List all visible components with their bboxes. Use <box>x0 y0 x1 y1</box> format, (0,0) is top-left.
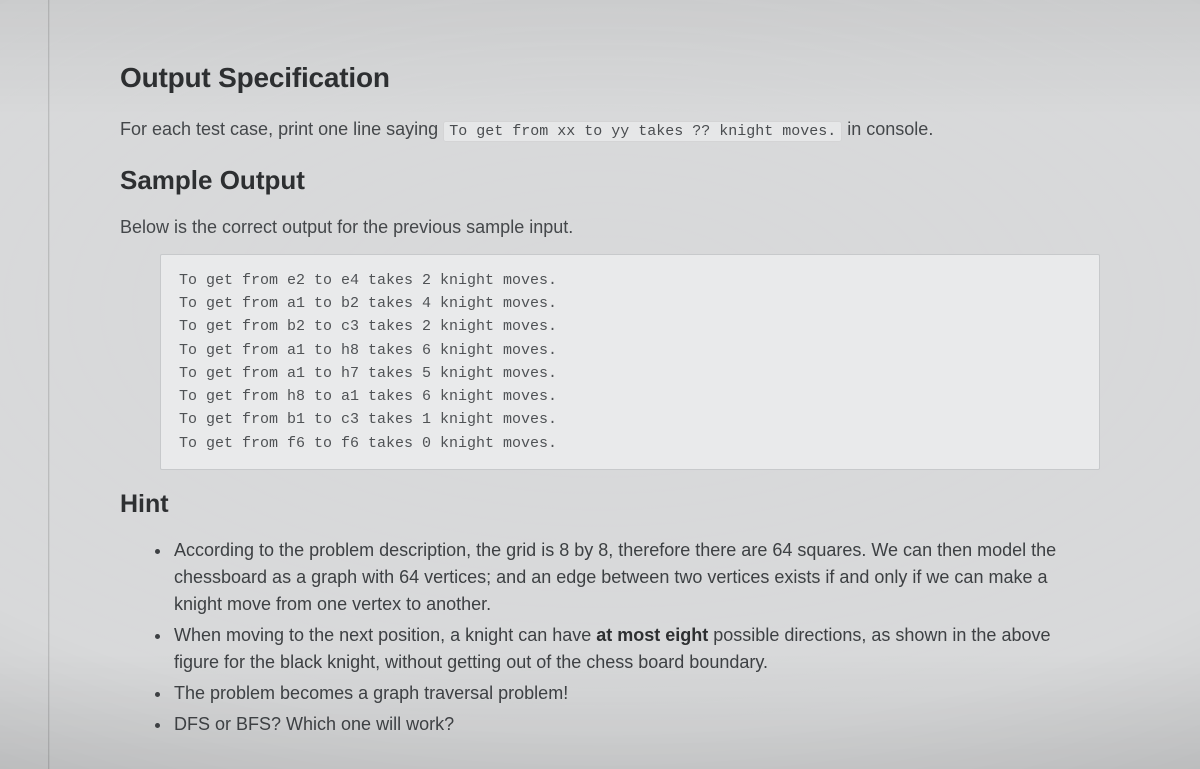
hint-text-pre: DFS or BFS? Which one will work? <box>174 714 454 734</box>
hint-text-pre: The problem becomes a graph traversal pr… <box>174 683 568 703</box>
hint-text-bold: at most eight <box>596 625 708 645</box>
heading-output-specification: Output Specification <box>120 62 1100 94</box>
hint-list: According to the problem description, th… <box>172 537 1100 738</box>
hint-item: DFS or BFS? Which one will work? <box>172 711 1100 738</box>
hint-item: When moving to the next position, a knig… <box>172 622 1100 676</box>
text-output-spec-post: in console. <box>842 119 933 139</box>
hint-text-pre: According to the problem description, th… <box>174 540 1056 614</box>
hint-item: The problem becomes a graph traversal pr… <box>172 680 1100 707</box>
document-page: Output Specification For each test case,… <box>0 0 1200 762</box>
heading-hint: Hint <box>120 490 1100 519</box>
paragraph-sample-output: Below is the correct output for the prev… <box>120 214 1100 240</box>
text-output-spec-pre: For each test case, print one line sayin… <box>120 119 443 139</box>
inline-code-output-format: To get from xx to yy takes ?? knight mov… <box>443 121 842 142</box>
hint-item: According to the problem description, th… <box>172 537 1100 618</box>
paragraph-output-spec: For each test case, print one line sayin… <box>120 116 1100 143</box>
hint-text-pre: When moving to the next position, a knig… <box>174 625 596 645</box>
code-block-sample-output: To get from e2 to e4 takes 2 knight move… <box>160 254 1100 470</box>
heading-sample-output: Sample Output <box>120 165 1100 196</box>
